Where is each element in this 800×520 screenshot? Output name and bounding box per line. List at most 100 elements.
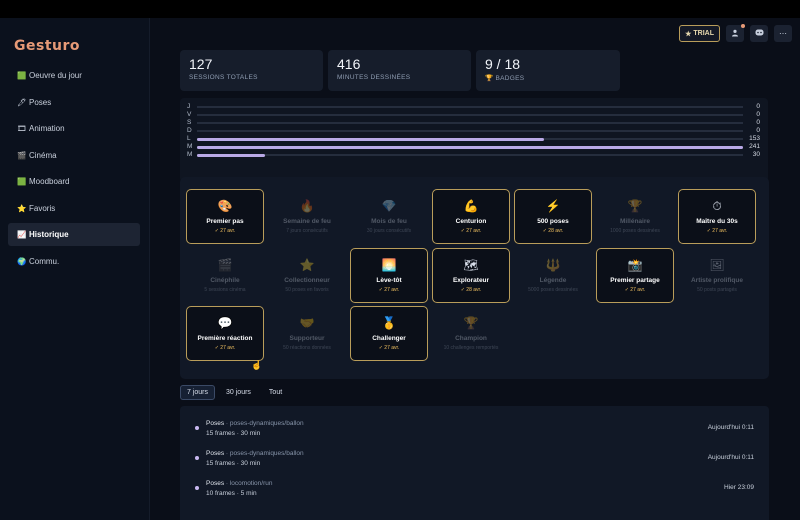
chart-row: D0 (180, 127, 768, 135)
badge-date: ✓ 28 avr. (460, 286, 482, 293)
badge-name: 500 poses (537, 218, 569, 225)
sidebar-item-label: Cinéma (29, 150, 57, 160)
badge-date: 10 challenges remportés (443, 345, 499, 351)
bar-track (197, 106, 743, 108)
more-icon: ⋯ (779, 29, 787, 38)
top-actions: ★ TRIAL ⋯ (679, 24, 792, 42)
badge-icon: 🏆 (463, 316, 479, 330)
badges-panel: 🎨 Premier pas ✓ 27 avr. 🔥 Semaine de feu 7 jo… (180, 177, 769, 379)
session-category: Poses (206, 480, 225, 487)
sidebar-item-poses[interactable]: 🖊 Poses (8, 91, 140, 114)
badge-name: Premier pas (206, 218, 244, 225)
badge-card: 🌅 Lève-tôt ✓ 27 avr. (350, 247, 428, 303)
badge-card: 🔥 Semaine de feu 7 jours consécutifs (268, 189, 346, 244)
session-path: · poses-dynamiques/ballon (224, 420, 304, 427)
sidebar-item-label: Poses (29, 97, 52, 107)
day-label: S (187, 119, 192, 126)
session-time: Aujourd'hui 0:11 (707, 424, 754, 431)
badge-date: ✓ 28 avr. (542, 228, 564, 234)
badge-date: 50 réactions données (283, 345, 331, 351)
badge-name: Explorateur (452, 276, 490, 284)
badge-date: ✓ 27 avr. (378, 345, 400, 351)
window-top-bar (0, 0, 800, 18)
board-icon: 🟩 (17, 177, 27, 186)
tab-range[interactable]: 7 jours (180, 385, 216, 400)
sidebar-item-commu[interactable]: 🌍 Commu. (8, 250, 140, 273)
badge-card: 🎬 Cinéphile 5 sessions cinéma (186, 248, 264, 303)
badge-name: Mois de feu (371, 218, 407, 225)
badge-date: 7 jours consécutifs (286, 228, 328, 234)
day-label: V (187, 111, 192, 118)
badge-date: 1000 poses dessinées (610, 228, 660, 234)
stat-label: 🏆 BADGES (485, 75, 525, 82)
sidebar-item-historique[interactable]: 📈 Historique (8, 223, 140, 246)
sidebar-item-animation[interactable]: 🎞 Animation (8, 117, 140, 140)
bar-track (197, 130, 743, 132)
day-label: L (187, 135, 191, 142)
sidebar-item-moodboard[interactable]: 🟩 Moodboard (8, 170, 140, 193)
sidebar-item-label: Favoris (29, 203, 56, 213)
badge-card: ⚡ 500 poses ✓ 28 avr. (514, 189, 592, 244)
badge-date: ✓ 27 avr. (624, 286, 646, 293)
badge-icon: ⭐ (299, 257, 315, 272)
session-row[interactable]: Poses · poses-dynamiques/ballon 15 frames… (180, 415, 769, 445)
badge-name: Première réaction (197, 335, 253, 342)
canvas-icon: 🟩 (17, 71, 27, 80)
more-button[interactable]: ⋯ (774, 25, 792, 42)
badge-name: Artiste prolifique (690, 276, 743, 284)
row-value: 153 (749, 135, 760, 142)
badge-card: 🎨 Premier pas ✓ 27 avr. (186, 189, 264, 244)
sidebar-item-favoris[interactable]: ⭐ Favoris (8, 197, 140, 220)
user-icon (731, 29, 739, 39)
session-row[interactable]: Poses · locomotion/run 10 frames · 5 min H… (180, 475, 769, 505)
globe-icon: 🌍 (17, 256, 27, 266)
sidebar-item-label: Animation (29, 124, 65, 133)
session-dot (195, 426, 199, 430)
row-value: 30 (752, 151, 760, 158)
badge-card: 💎 Mois de feu 30 jours consécutifs (350, 189, 428, 244)
day-label: M (187, 151, 193, 158)
badge-icon: 💬 (217, 316, 233, 330)
badge-icon: 💎 (381, 199, 397, 213)
sidebar-item-label: Commu. (29, 256, 60, 266)
badge-date: ✓ 27 avr. (706, 228, 728, 234)
stat-value: 127 (189, 56, 213, 72)
sidebar-item-label: Historique (29, 230, 69, 239)
badge-name: Centurion (455, 218, 487, 225)
session-meta: 10 frames · 5 min (206, 490, 257, 497)
badge-date: 5000 poses dessinées (528, 286, 578, 293)
tab-range[interactable]: 30 jours (219, 385, 258, 400)
sidebar-item-oeuvre-du-jour[interactable]: 🟩 Oeuvre du jour (8, 64, 140, 87)
badge-card: 🖼 Artiste prolifique 50 posts partagés (678, 248, 756, 303)
row-value: 241 (749, 143, 760, 150)
badge-name: Maître du 30s (696, 218, 738, 225)
chart-row: L 153 (180, 135, 768, 143)
discord-button[interactable] (750, 25, 768, 42)
trial-button[interactable]: ★ TRIAL (679, 25, 720, 42)
session-time: Aujourd'hui 0:11 (707, 454, 754, 461)
profile-button[interactable] (726, 24, 745, 42)
badge-icon: 🤝 (299, 316, 315, 330)
badge-card: ⏱ Maître du 30s ✓ 27 avr. (678, 189, 756, 244)
chart-row: M 241 (180, 143, 768, 151)
bar-track (197, 122, 743, 124)
stat-label: SESSIONS TOTALES (189, 74, 258, 81)
badge-icon: 📸 (627, 257, 643, 272)
sidebar-item-cinema[interactable]: 🎬 Cinéma (8, 144, 140, 167)
session-path: · locomotion/run (224, 480, 273, 487)
badge-icon: 🔱 (545, 257, 561, 272)
badge-date: 50 poses en favoris (285, 286, 329, 293)
badge-card: 🥇 Challenger ✓ 27 avr. (350, 306, 428, 361)
bar-fill (197, 137, 544, 141)
chart-icon: 📈 (17, 230, 27, 239)
badge-card: ⭐ Collectionneur 50 poses en favoris (268, 248, 346, 303)
badge-icon: ⏱ (712, 199, 722, 213)
sidebar-item-label: Oeuvre du jour (29, 71, 82, 80)
session-title: Poses · poses-dynamiques/ballon (206, 450, 304, 457)
stat-card-badges: 9 / 18 🏆 BADGES (476, 50, 620, 91)
app-logo: Gesturo (14, 38, 81, 54)
session-row[interactable]: Poses · poses-dynamiques/ballon 15 frames… (180, 445, 769, 475)
tab-range[interactable]: Tout (262, 385, 289, 400)
badge-icon: 🎬 (217, 257, 233, 272)
badge-card: 💬 Première réaction ✓ 27 avr. (186, 306, 264, 361)
